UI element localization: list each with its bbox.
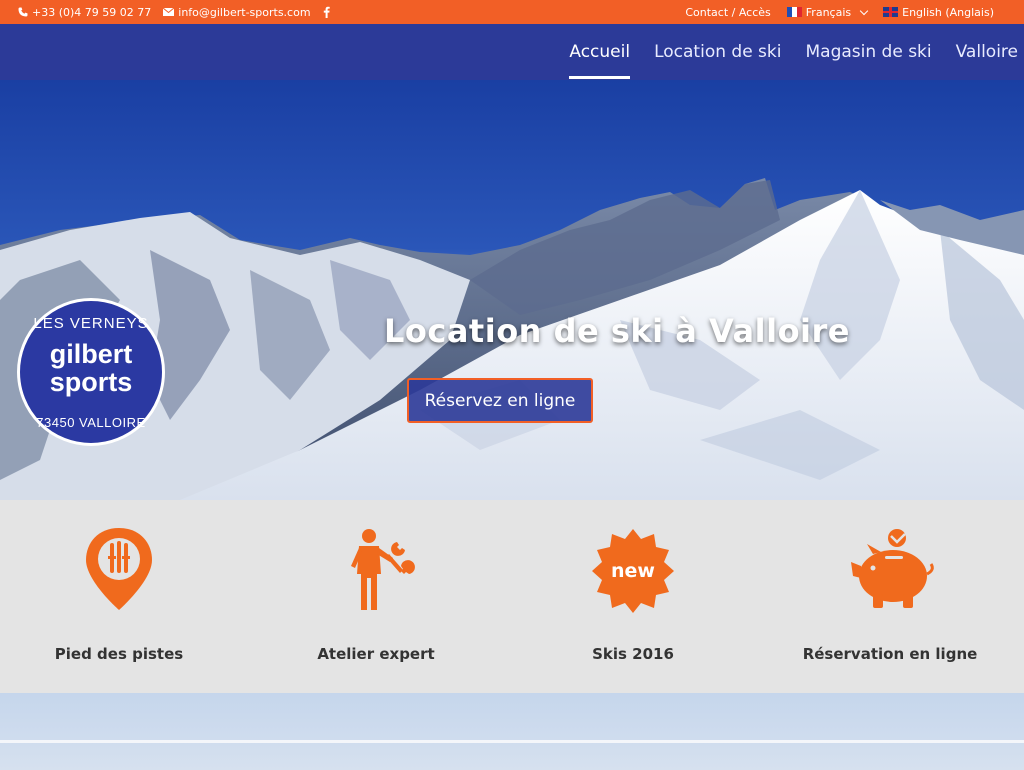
uk-flag-icon: [883, 7, 899, 17]
phone-icon: [18, 7, 28, 17]
nav-item-accueil[interactable]: Accueil: [569, 24, 630, 80]
map-pin-ski-icon: [86, 528, 152, 610]
nav-item-magasin-de-ski[interactable]: Magasin de ski: [805, 24, 931, 80]
feature-label: Réservation en ligne: [802, 645, 978, 663]
feature-skis-2016[interactable]: new Skis 2016: [533, 500, 733, 693]
feature-label: Atelier expert: [317, 645, 435, 663]
logo-line2: sports: [49, 367, 133, 397]
email-address: info@gilbert-sports.com: [178, 5, 311, 19]
nav-item-valloire[interactable]: Valloire: [956, 24, 1018, 80]
envelope-icon: [163, 8, 175, 16]
features-section: Pied des pistes Atelier expert new Skis …: [0, 500, 1024, 693]
piggy-bank-icon: [851, 529, 934, 608]
chevron-down-icon: [859, 6, 869, 15]
feature-atelier-expert[interactable]: Atelier expert: [276, 500, 476, 693]
nav-item-location-de-ski[interactable]: Location de ski: [654, 24, 781, 80]
language-current: Français: [805, 5, 852, 19]
language-other: English (Anglais): [902, 5, 994, 19]
email-link[interactable]: info@gilbert-sports.com: [163, 5, 311, 19]
new-badge-icon: new: [592, 529, 674, 613]
mechanic-wrench-icon: [351, 529, 415, 610]
main-navigation: Accueil Location de ski Magasin de ski V…: [0, 24, 1024, 80]
contact-link[interactable]: Contact / Accès: [685, 6, 770, 19]
language-selector[interactable]: Français: [786, 5, 869, 19]
feature-pied-des-pistes[interactable]: Pied des pistes: [19, 500, 219, 693]
book-online-button[interactable]: Réservez en ligne: [407, 378, 593, 423]
feature-label: Skis 2016: [592, 645, 674, 663]
hero-title: Location de ski à Valloire: [383, 312, 850, 350]
top-bar: +33 (0)4 79 59 02 77 info@gilbert-sports…: [0, 0, 1024, 24]
facebook-icon: [323, 6, 330, 18]
phone-number: +33 (0)4 79 59 02 77: [32, 5, 152, 19]
logo-bottom-text: 73450 VALLOIRE: [36, 415, 146, 430]
french-flag-icon: [786, 7, 802, 17]
new-badge-text: new: [611, 560, 655, 582]
divider: [0, 740, 1024, 743]
feature-label: Pied des pistes: [54, 645, 184, 663]
bottom-image-band: [0, 693, 1024, 770]
feature-reservation-en-ligne[interactable]: Réservation en ligne: [790, 500, 990, 693]
hero-slider: LES VERNEYS gilbert sports 73450 VALLOIR…: [0, 80, 1024, 500]
facebook-link[interactable]: [323, 6, 330, 18]
phone-link[interactable]: +33 (0)4 79 59 02 77: [18, 6, 151, 19]
mountain-background-image: [0, 178, 1024, 500]
language-english-link[interactable]: English (Anglais): [883, 6, 994, 19]
